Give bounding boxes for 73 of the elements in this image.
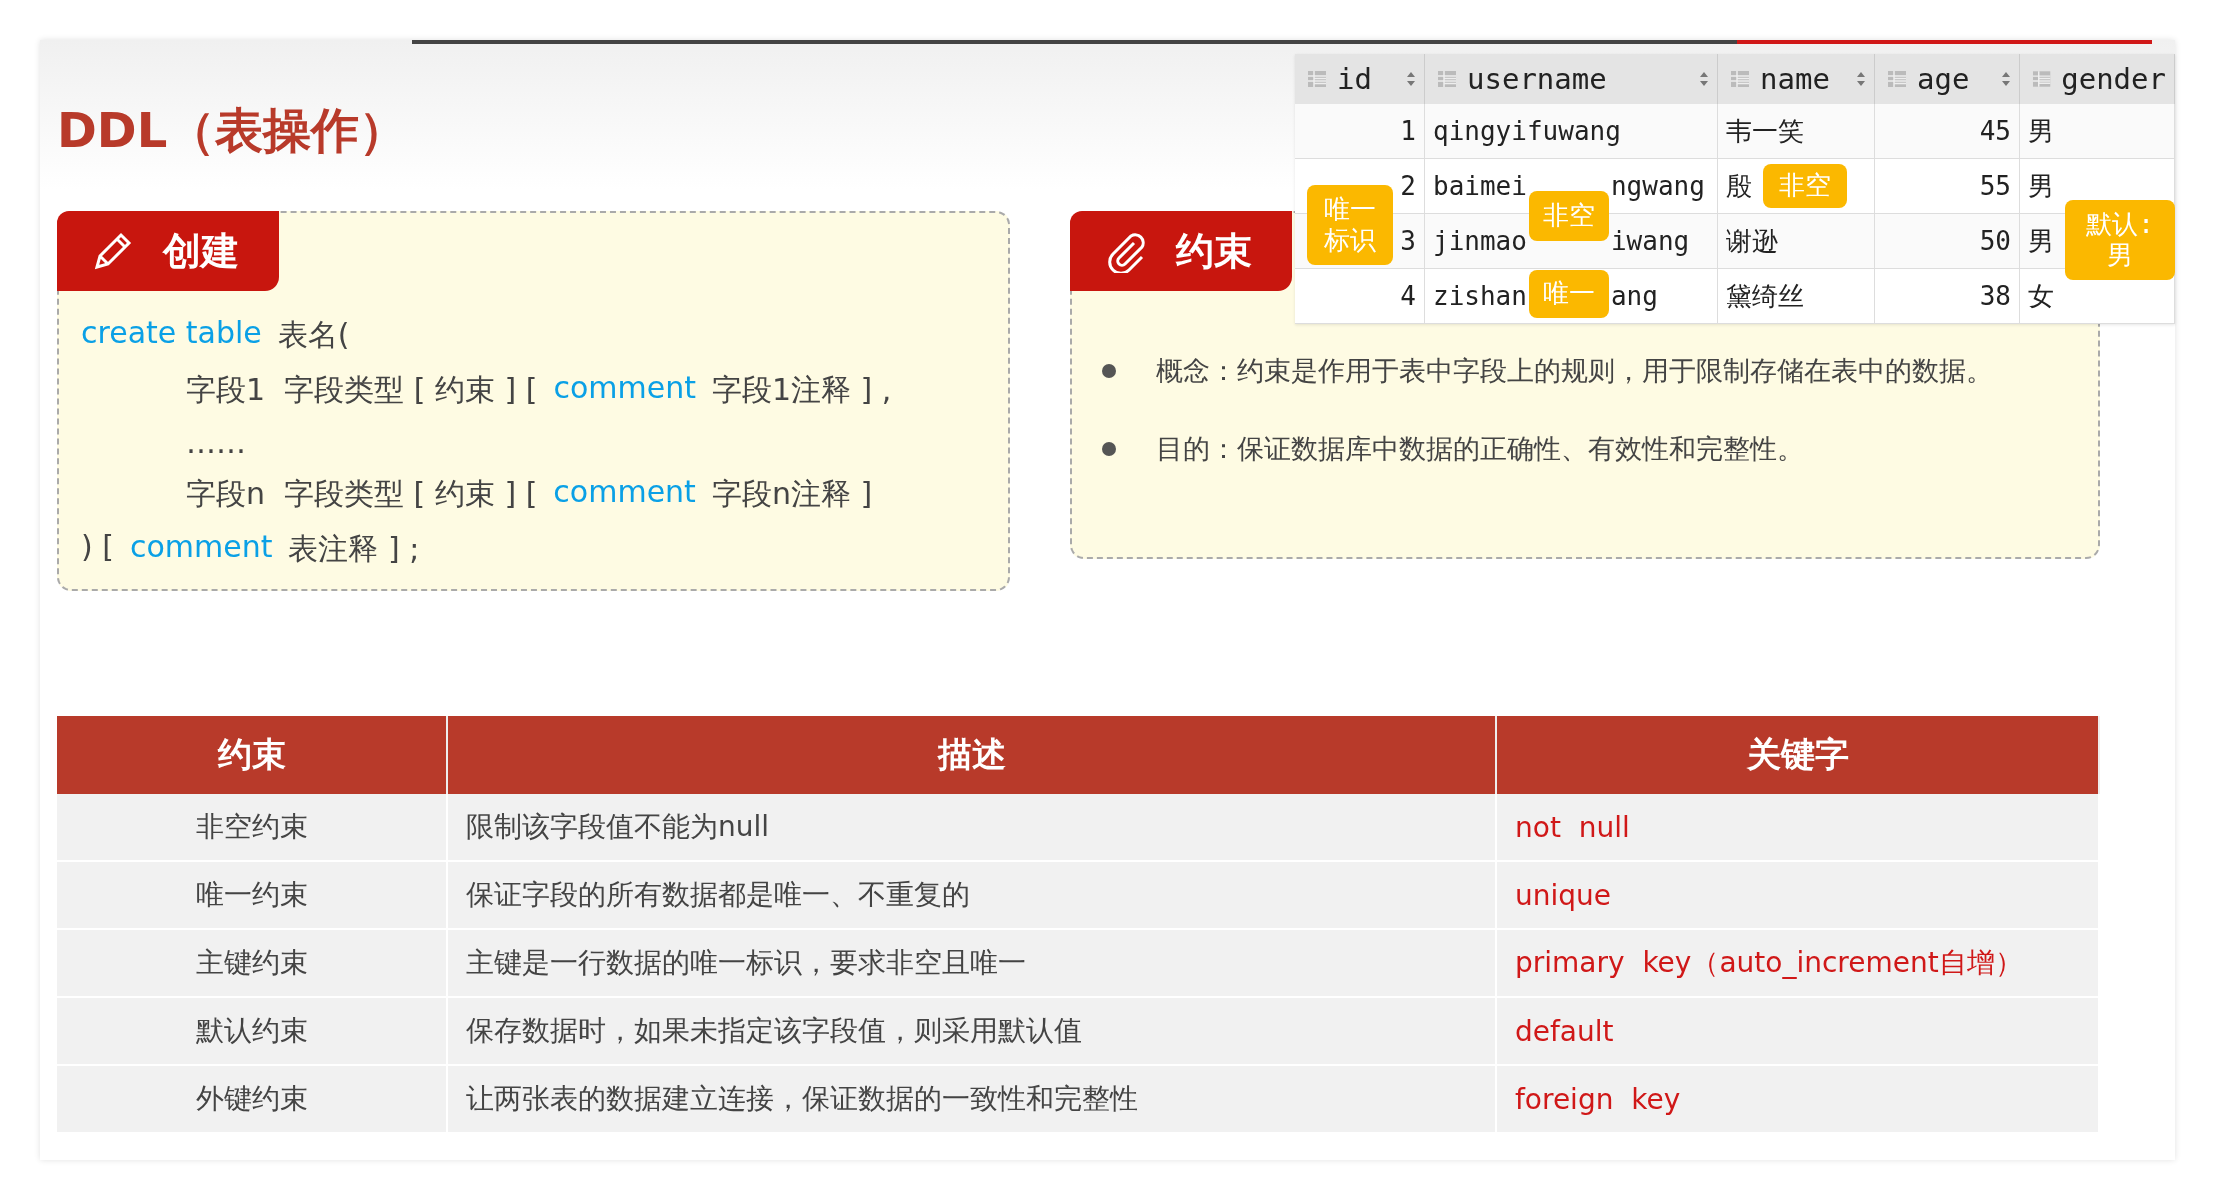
- column-header: 约束: [57, 716, 448, 794]
- table-cell: 唯一约束: [57, 862, 448, 930]
- table-cell: 非空约束: [57, 794, 448, 862]
- column-header[interactable]: id: [1295, 54, 1425, 104]
- table-cell: 保存数据时，如果未指定该字段值，则采用默认值: [448, 998, 1497, 1066]
- card-title: 约束: [1176, 227, 1252, 275]
- code-text: 表注释 ] ;: [288, 530, 420, 568]
- column-header: 关键字: [1497, 716, 2100, 794]
- sql-keyword: comment: [553, 474, 696, 511]
- code-text: 字段1注释 ] ,: [711, 371, 892, 409]
- table-icon: [1307, 70, 1327, 88]
- code-text: 字段n 字段类型 [ 约束 ] [: [186, 475, 538, 513]
- table-icon: [1887, 70, 1907, 88]
- column-header[interactable]: name: [1718, 54, 1875, 104]
- table-cell: primary key（auto_increment自增）: [1497, 930, 2100, 998]
- table-cell: ngwang: [1610, 171, 1705, 201]
- slide-title: DDL（表操作）: [57, 101, 408, 160]
- table-cell: qingyifuwang: [1433, 116, 1621, 146]
- table-cell: 默认约束: [57, 998, 448, 1066]
- sort-icon[interactable]: [1699, 71, 1709, 87]
- sort-icon[interactable]: [1406, 71, 1416, 87]
- code-text: 表名(: [277, 316, 350, 354]
- code-text: 字段1 字段类型 [ 约束 ] [: [186, 371, 538, 409]
- code-text: 字段n注释 ]: [711, 475, 873, 513]
- annotation-label: 非空: [1529, 191, 1609, 241]
- table-cell: 4: [1295, 269, 1425, 324]
- table-cell: 让两张表的数据建立连接，保证数据的一致性和完整性: [448, 1066, 1497, 1134]
- table-cell: ang: [1610, 281, 1658, 311]
- column-header: 描述: [448, 716, 1497, 794]
- table-cell: 韦一笑: [1718, 104, 1875, 159]
- bullet-icon: [1102, 364, 1116, 378]
- bullet-text: 概念：约束是作用于表中字段上的规则，用于限制存储在表中的数据。: [1156, 354, 1993, 388]
- bullet-text: 目的：保证数据库中数据的正确性、有效性和完整性。: [1156, 432, 1804, 466]
- table-cell: 55: [1875, 159, 2020, 214]
- table-icon: [2032, 70, 2052, 88]
- annotation-label: 唯一标识: [1307, 185, 1393, 265]
- table-cell: default: [1497, 998, 2100, 1066]
- column-header[interactable]: gender: [2020, 54, 2175, 104]
- table-cell: 男: [2020, 104, 2175, 159]
- annotation-label: 默认:男: [2065, 200, 2175, 280]
- table-cell: 谢逊: [1718, 214, 1875, 269]
- card-title: 创建: [163, 227, 239, 275]
- sql-keyword: comment: [553, 370, 696, 407]
- table-icon: [1730, 70, 1750, 88]
- table-cell: iwang: [1610, 226, 1690, 256]
- bullet-icon: [1102, 442, 1116, 456]
- table-cell: 保证字段的所有数据都是唯一、不重复的: [448, 862, 1497, 930]
- table-cell: 50: [1875, 214, 2020, 269]
- table-cell: foreign key: [1497, 1066, 2100, 1134]
- table-cell: 主键约束: [57, 930, 448, 998]
- table-cell: zishan: [1433, 281, 1527, 311]
- table-cell: 1: [1295, 104, 1425, 159]
- column-header[interactable]: age: [1875, 54, 2020, 104]
- sql-keyword: comment: [129, 529, 273, 566]
- annotation-label: 唯一: [1529, 270, 1609, 318]
- sql-keyword: create table: [81, 315, 262, 352]
- code-text: ……: [186, 425, 246, 460]
- table-cell: not null: [1497, 794, 2100, 862]
- table-cell: 外键约束: [57, 1066, 448, 1134]
- table-cell: unique: [1497, 862, 2100, 930]
- table-cell: 38: [1875, 269, 2020, 324]
- table-cell: jinmao: [1433, 226, 1527, 256]
- column-header[interactable]: username: [1425, 54, 1718, 104]
- table-cell: 限制该字段值不能为null: [448, 794, 1497, 862]
- sort-icon[interactable]: [2001, 71, 2011, 87]
- table-icon: [1437, 70, 1457, 88]
- sort-icon[interactable]: [1856, 71, 1866, 87]
- table-cell: 黛绮丝: [1718, 269, 1875, 324]
- table-cell: 主键是一行数据的唯一标识，要求非空且唯一: [448, 930, 1497, 998]
- code-text: ) [: [81, 529, 114, 566]
- table-cell: 45: [1875, 104, 2020, 159]
- table-cell: baimei: [1433, 171, 1527, 201]
- annotation-label: 非空: [1763, 164, 1847, 208]
